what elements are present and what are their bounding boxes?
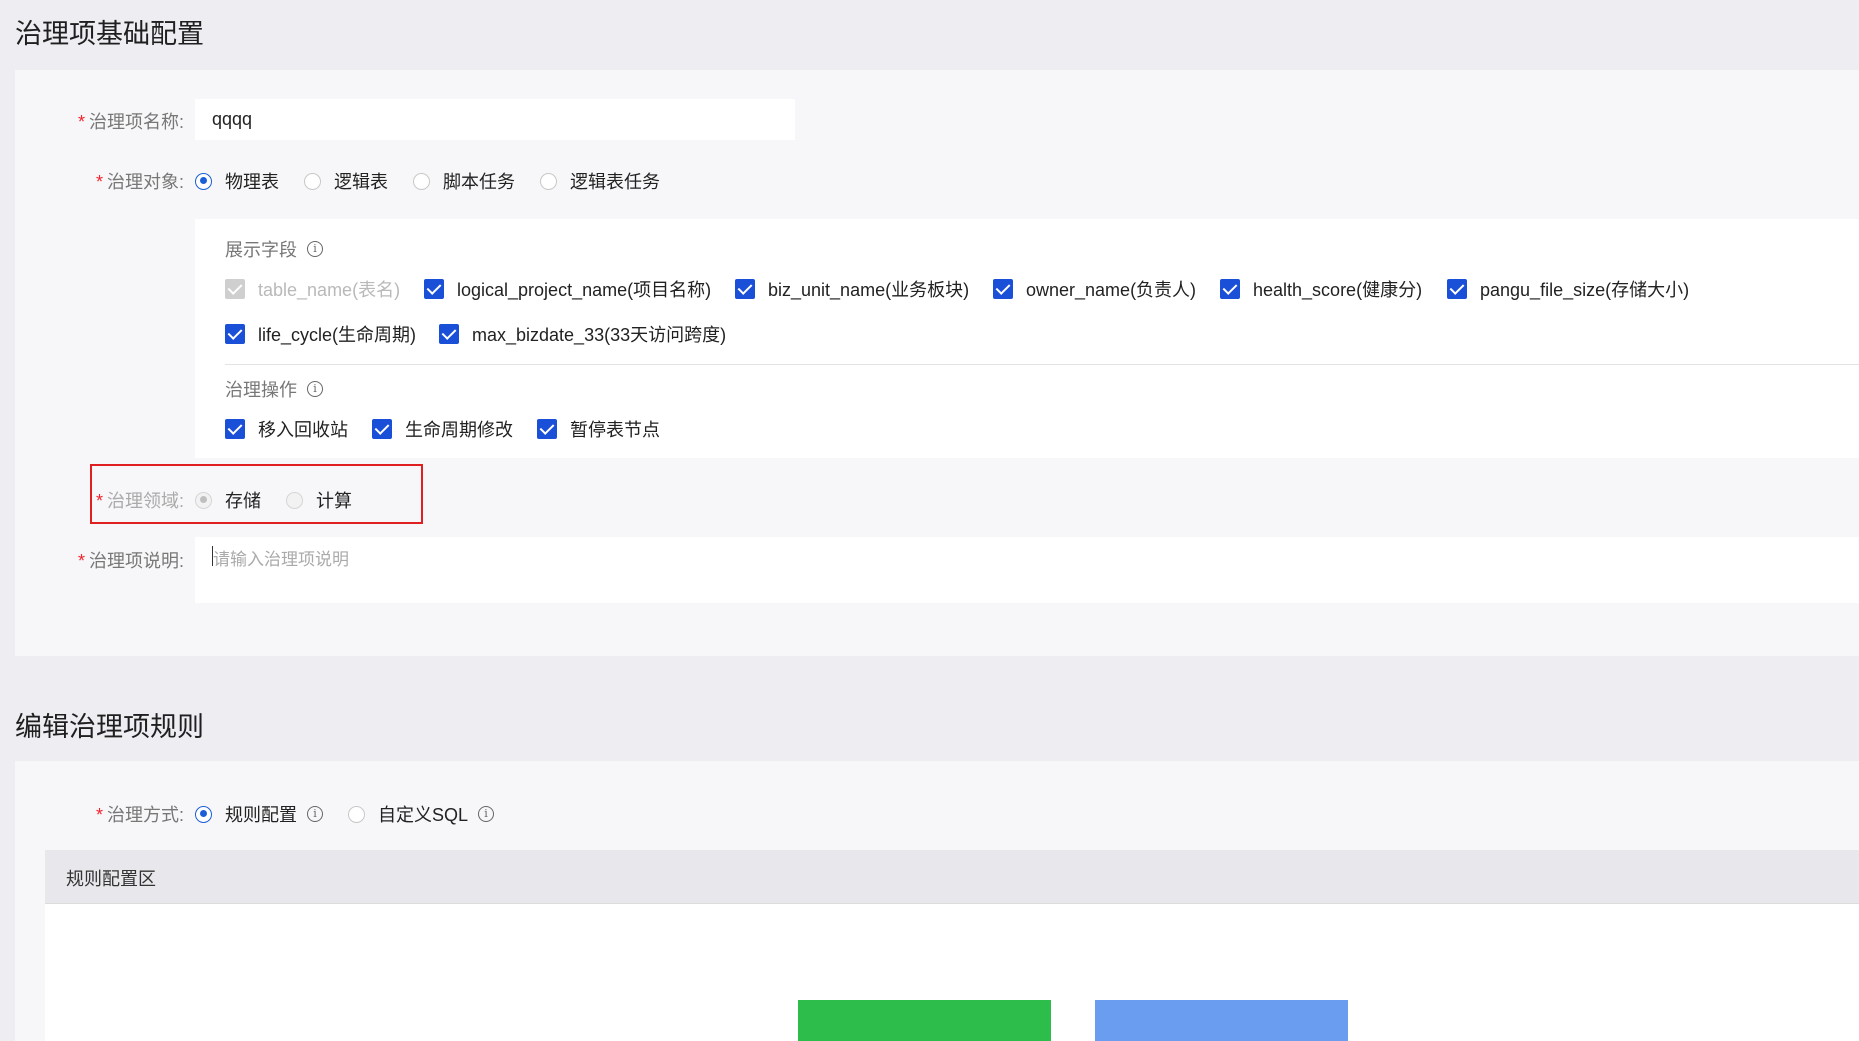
basic-config-title: 治理项基础配置 — [15, 19, 204, 49]
method-radio-group: 规则配置 i 自定义SQL i — [195, 801, 519, 827]
field-checkbox-biz-unit[interactable]: biz_unit_name(业务板块) — [735, 276, 969, 302]
info-icon[interactable]: i — [307, 241, 323, 257]
checkbox-icon — [225, 279, 245, 299]
radio-icon — [195, 172, 212, 190]
field-checkbox-owner[interactable]: owner_name(负责人) — [993, 276, 1196, 302]
operation-label: 生命周期修改 — [405, 420, 513, 440]
green-block[interactable] — [798, 1000, 1051, 1041]
option-label: 逻辑表 — [334, 172, 388, 192]
checkbox-icon — [537, 419, 557, 439]
object-option-physical[interactable]: 物理表 — [195, 168, 279, 194]
field-label: max_bizdate_33(33天访问跨度) — [472, 325, 727, 345]
operation-label: 移入回收站 — [258, 420, 348, 440]
operation-checkbox-lifecycle[interactable]: 生命周期修改 — [372, 416, 513, 442]
name-input[interactable] — [195, 99, 795, 140]
blue-block[interactable] — [1095, 1000, 1348, 1041]
operation-checkbox-pause-node[interactable]: 暂停表节点 — [537, 416, 660, 442]
info-icon[interactable]: i — [307, 806, 323, 822]
field-label: health_score(健康分) — [1253, 280, 1423, 300]
radio-icon — [304, 172, 321, 190]
option-label: 逻辑表任务 — [570, 172, 660, 192]
operations-title-text: 治理操作 — [225, 380, 297, 400]
object-label: * 治理对象: — [62, 168, 184, 194]
field-checkbox-file-size[interactable]: pangu_file_size(存储大小) — [1447, 276, 1689, 302]
required-mark: * — [95, 172, 103, 192]
checkbox-icon — [735, 279, 755, 299]
radio-icon — [413, 172, 430, 190]
field-label: table_name(表名) — [258, 280, 401, 300]
desc-textarea[interactable]: 请输入治理项说明 — [195, 537, 1859, 603]
required-mark: * — [77, 112, 85, 132]
object-radio-group: 物理表 逻辑表 脚本任务 逻辑表任务 — [195, 168, 685, 194]
object-option-logical[interactable]: 逻辑表 — [304, 168, 388, 194]
operation-checkbox-recycle[interactable]: 移入回收站 — [225, 416, 348, 442]
operations-title: 治理操作 i — [225, 376, 323, 402]
field-checkbox-life-cycle[interactable]: life_cycle(生命周期) — [225, 321, 416, 347]
display-fields-title-text: 展示字段 — [225, 240, 297, 260]
checkbox-icon — [1447, 279, 1467, 299]
field-checkbox-logical-project[interactable]: logical_project_name(项目名称) — [424, 276, 711, 302]
option-label: 脚本任务 — [443, 172, 515, 192]
radio-icon — [195, 805, 212, 823]
name-label: * 治理项名称: — [62, 108, 184, 134]
radio-icon — [348, 805, 365, 823]
method-option-rule[interactable]: 规则配置 i — [195, 801, 323, 827]
rules-title: 编辑治理项规则 — [15, 712, 204, 742]
checkbox-icon — [993, 279, 1013, 299]
highlight-box — [90, 464, 423, 524]
rule-area-header: 规则配置区 — [45, 850, 1859, 904]
field-label: owner_name(负责人) — [1026, 280, 1197, 300]
field-label: biz_unit_name(业务板块) — [768, 280, 970, 300]
fields-divider — [225, 364, 1859, 365]
rule-area-title: 规则配置区 — [66, 869, 156, 889]
checkbox-icon — [225, 324, 245, 344]
field-label: pangu_file_size(存储大小) — [1480, 280, 1690, 300]
info-icon[interactable]: i — [478, 806, 495, 822]
field-label: life_cycle(生命周期) — [258, 325, 417, 345]
field-label: logical_project_name(项目名称) — [457, 280, 712, 300]
required-mark: * — [95, 805, 103, 825]
checkbox-icon — [424, 279, 444, 299]
object-option-logical-task[interactable]: 逻辑表任务 — [540, 168, 660, 194]
field-checkbox-table-name: table_name(表名) — [225, 276, 400, 302]
object-label-text: 治理对象: — [106, 172, 184, 192]
checkbox-icon — [225, 419, 245, 439]
required-mark: * — [77, 551, 85, 571]
method-label-text: 治理方式: — [106, 805, 184, 825]
operation-label: 暂停表节点 — [570, 420, 660, 440]
method-option-sql[interactable]: 自定义SQL i — [348, 801, 495, 827]
object-option-script[interactable]: 脚本任务 — [413, 168, 515, 194]
method-label: * 治理方式: — [62, 801, 184, 827]
desc-label-text: 治理项说明: — [88, 551, 184, 571]
option-label: 物理表 — [225, 172, 279, 192]
info-icon[interactable]: i — [307, 381, 323, 397]
field-checkbox-health-score[interactable]: health_score(健康分) — [1220, 276, 1422, 302]
option-label: 自定义SQL — [378, 805, 469, 825]
checkbox-icon — [1220, 279, 1240, 299]
desc-placeholder: 请输入治理项说明 — [213, 550, 349, 569]
name-label-text: 治理项名称: — [88, 112, 184, 132]
field-checkbox-max-bizdate[interactable]: max_bizdate_33(33天访问跨度) — [439, 321, 726, 347]
display-fields-title: 展示字段 i — [225, 236, 323, 262]
checkbox-icon — [372, 419, 392, 439]
option-label: 规则配置 — [225, 805, 297, 825]
desc-label: * 治理项说明: — [62, 547, 184, 573]
radio-icon — [540, 172, 557, 190]
checkbox-icon — [439, 324, 459, 344]
